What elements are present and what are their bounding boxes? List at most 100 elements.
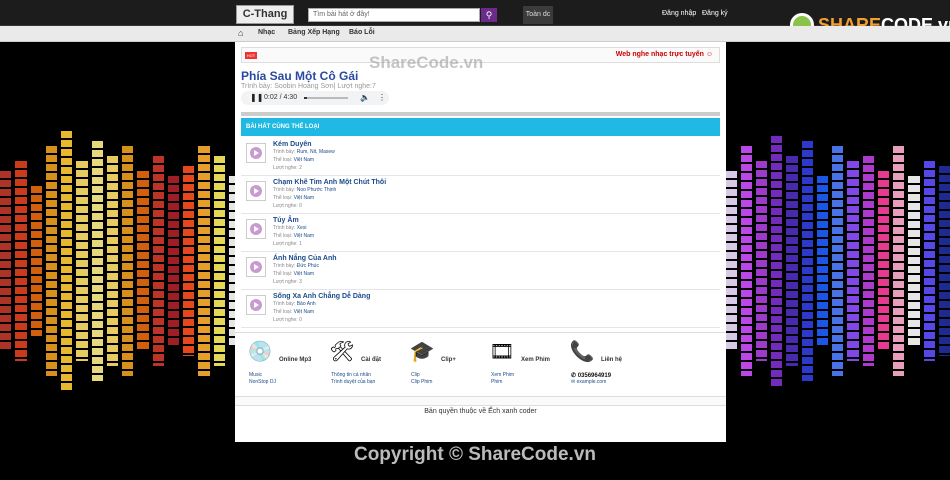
song-artist[interactable]: Noo Phước Thịnh	[297, 187, 337, 193]
equalizer-bar	[862, 156, 874, 366]
search-button[interactable]: ⚲	[481, 8, 497, 22]
nav-item-bang-xep-hang[interactable]: Bảng Xếp Hạng	[288, 29, 340, 36]
equalizer-bar	[740, 146, 752, 376]
equalizer-bar	[725, 171, 737, 351]
artist-label: Trình bày:	[273, 149, 297, 155]
magnifier-icon: ⚲	[485, 10, 493, 20]
song-genre[interactable]: Việt Nam	[294, 157, 314, 163]
music-disc-icon[interactable]	[246, 257, 266, 277]
footer-link[interactable]: NonStop DJ	[249, 379, 276, 385]
search-input[interactable]: Tìm bài hát ở đây!	[308, 8, 480, 22]
footer-link[interactable]: Music	[249, 372, 262, 378]
song-genre-line: Thể loại: Việt Nam	[273, 157, 314, 163]
song-row[interactable]: Chạm Khẽ Tim Anh Một Chút Thôi Trình bày…	[241, 176, 720, 214]
song-plays-line: Lượt nghe: 3	[273, 279, 302, 285]
music-disc-icon[interactable]	[246, 219, 266, 239]
music-disc-icon[interactable]	[246, 181, 266, 201]
top-button[interactable]: Toàn dc	[523, 6, 553, 24]
progress-fill	[304, 97, 307, 99]
footer-divider	[235, 396, 726, 406]
song-genre-line: Thể loại: Việt Nam	[273, 195, 314, 201]
song-genre[interactable]: Việt Nam	[294, 195, 314, 201]
song-artist-line: Trình bày: Xesi	[273, 225, 306, 231]
footer-link[interactable]: Xem Phim	[491, 372, 514, 378]
song-plays: 0	[299, 317, 302, 323]
marquee-text: Web nghe nhạc trực tuyến ☺	[615, 51, 713, 58]
footer-link[interactable]: Trình duyệt của bạn	[331, 379, 375, 385]
equalizer-bar	[816, 176, 828, 346]
main-content: HOT Web nghe nhạc trực tuyến ☺ Phía Sau …	[235, 42, 726, 442]
artist-label: Trình bày:	[273, 187, 297, 193]
equalizer-bar	[106, 156, 118, 366]
song-artist[interactable]: Xesi	[297, 225, 307, 231]
nav-item-bao-loi[interactable]: Báo Lỗi	[349, 29, 375, 36]
footer-col-title[interactable]: Xem Phim	[521, 357, 550, 363]
graduation-cap-icon: 🎓	[409, 341, 435, 363]
now-playing-meta: Trình bày: Soobin Hoàng Sơn| Lượt nghe:7	[241, 83, 376, 90]
music-disc-icon[interactable]	[246, 295, 266, 315]
music-disc-icon[interactable]	[246, 143, 266, 163]
song-artist-line: Trình bày: Bảo Anh	[273, 301, 316, 307]
song-title[interactable]: Kém Duyên	[273, 141, 312, 148]
watermark-bottom: Copyright © ShareCode.vn	[353, 444, 597, 465]
song-genre-line: Thể loại: Việt Nam	[273, 309, 314, 315]
email-text[interactable]: example.com	[577, 379, 607, 385]
equalizer-bar	[893, 146, 905, 376]
song-plays: 2	[299, 165, 302, 171]
pause-icon[interactable]: ❚❚	[250, 93, 263, 102]
equalizer-bar	[183, 166, 195, 356]
song-artist[interactable]: Đức Phúc	[297, 263, 319, 269]
genre-label: Thể loại:	[273, 195, 294, 201]
hot-badge: HOT	[245, 52, 257, 59]
song-genre[interactable]: Việt Nam	[294, 233, 314, 239]
equalizer-bar	[91, 141, 103, 381]
song-row[interactable]: Kém Duyên Trình bày: Rum, Nit, Masew Thể…	[241, 138, 720, 176]
song-genre[interactable]: Việt Nam	[294, 309, 314, 315]
song-artist[interactable]: Rum, Nit, Masew	[297, 149, 335, 155]
contact-email[interactable]: ✉ example.com	[571, 379, 606, 385]
footer-link[interactable]: Phim	[491, 379, 502, 385]
login-link[interactable]: Đăng nhập	[662, 10, 696, 17]
song-genre[interactable]: Việt Nam	[294, 271, 314, 277]
footer-link[interactable]: Clip	[411, 372, 420, 378]
plays-label: Lượt nghe:	[273, 317, 300, 323]
song-row[interactable]: Sống Xa Anh Chẳng Dễ Dàng Trình bày: Bảo…	[241, 290, 720, 328]
song-title[interactable]: Ánh Nắng Của Anh	[273, 255, 337, 262]
footer-col-title[interactable]: Cài đặt	[361, 357, 381, 363]
song-row[interactable]: Ánh Nắng Của Anh Trình bày: Đức Phúc Thể…	[241, 252, 720, 290]
song-genre-line: Thể loại: Việt Nam	[273, 271, 314, 277]
footer-col-title[interactable]: Liên hệ	[601, 357, 622, 363]
song-plays-line: Lượt nghe: 0	[273, 203, 302, 209]
section-title: BÀI HÁT CÙNG THỂ LOẠI	[241, 118, 720, 136]
equalizer-bar	[771, 136, 783, 386]
footer-link[interactable]: Thông tin cá nhân	[331, 372, 371, 378]
equalizer-bar	[923, 161, 935, 361]
equalizer-bar	[137, 171, 149, 351]
footer-links: 💿 Online Mp3 Music NonStop DJ 🛠 Cài đặt Thô…	[235, 332, 726, 394]
song-title[interactable]: Túy Âm	[273, 217, 299, 224]
song-artist[interactable]: Bảo Anh	[297, 301, 316, 307]
footer-link[interactable]: Clip Phim	[411, 379, 432, 385]
song-plays: 0	[299, 203, 302, 209]
equalizer-bar	[832, 146, 844, 376]
audio-player[interactable]: ❚❚ 0:02 / 4:30 🔈 ⋮	[241, 91, 389, 105]
artist-label: Trình bày:	[273, 301, 297, 307]
register-link[interactable]: Đăng ký	[702, 10, 728, 17]
song-list: Kém Duyên Trình bày: Rum, Nit, Masew Thể…	[241, 138, 720, 328]
contact-phone: ✆ 0356964919	[571, 373, 612, 379]
equalizer-bar	[152, 156, 164, 366]
song-title[interactable]: Chạm Khẽ Tim Anh Một Chút Thôi	[273, 179, 386, 186]
footer-col-title[interactable]: Online Mp3	[279, 357, 311, 363]
progress-bar[interactable]	[304, 97, 348, 99]
song-row[interactable]: Túy Âm Trình bày: Xesi Thể loại: Việt Na…	[241, 214, 720, 252]
nav-item-nhac[interactable]: Nhạc	[258, 29, 275, 36]
volume-icon[interactable]: 🔈	[360, 93, 370, 102]
footer-col-title[interactable]: Clip+	[441, 357, 456, 363]
song-title[interactable]: Sống Xa Anh Chẳng Dễ Dàng	[273, 293, 370, 300]
cd-disc-icon: 💿	[247, 341, 273, 363]
more-options-icon[interactable]: ⋮	[378, 93, 386, 102]
equalizer-bar	[213, 156, 225, 366]
song-plays-line: Lượt nghe: 1	[273, 241, 302, 247]
site-logo[interactable]: C-Thang	[236, 5, 294, 24]
house-icon[interactable]: ⌂	[238, 28, 243, 38]
